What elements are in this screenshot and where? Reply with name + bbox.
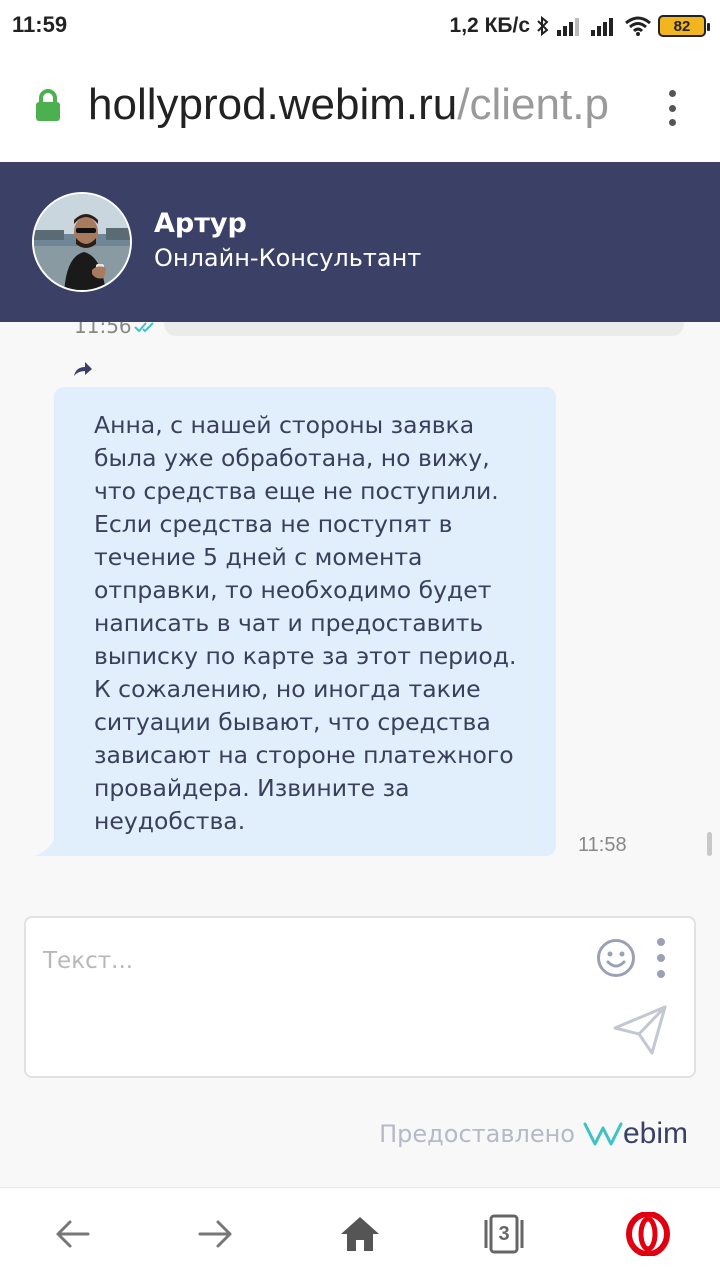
message-bubble: Анна, с нашей стороны заявка была уже об… bbox=[54, 387, 556, 856]
emoji-icon[interactable] bbox=[596, 938, 636, 978]
powered-by-label: Предоставлено bbox=[379, 1120, 575, 1148]
battery-level: 82 bbox=[673, 17, 691, 35]
tabs-icon[interactable]: 3 bbox=[482, 1212, 526, 1256]
back-arrow-icon[interactable] bbox=[50, 1212, 94, 1256]
status-indicators: 1,2 КБ/с 82 bbox=[449, 10, 710, 42]
status-time: 11:59 bbox=[12, 12, 68, 37]
send-icon[interactable] bbox=[612, 1004, 668, 1056]
webim-logo-mark bbox=[583, 1122, 623, 1146]
forward-arrow-icon[interactable] bbox=[194, 1212, 238, 1256]
scrollbar[interactable] bbox=[707, 832, 712, 856]
tabs-count: 3 bbox=[498, 1222, 510, 1245]
opera-icon[interactable] bbox=[626, 1212, 670, 1256]
address-field[interactable]: hollyprod.webim.ru/client.p bbox=[88, 80, 636, 130]
signal-icon bbox=[557, 18, 579, 36]
url-path: /client.p bbox=[457, 80, 609, 129]
signal-icon-2 bbox=[591, 18, 613, 36]
webim-logo-text: ebim bbox=[622, 1117, 688, 1150]
browser-menu-icon[interactable] bbox=[658, 86, 686, 130]
url-domain: hollyprod.webim.ru bbox=[88, 80, 458, 129]
lock-icon bbox=[36, 89, 60, 121]
network-speed: 1,2 КБ/с bbox=[449, 14, 530, 37]
agent-avatar bbox=[32, 192, 132, 292]
browser-url-bar: hollyprod.webim.ru/client.p bbox=[0, 52, 720, 162]
previous-message-bubble bbox=[164, 322, 684, 336]
browser-bottom-nav: 3 bbox=[0, 1187, 720, 1280]
powered-by: Предоставлено ebim bbox=[379, 1117, 688, 1151]
webim-logo[interactable]: ebim bbox=[583, 1117, 688, 1151]
bluetooth-icon bbox=[537, 15, 549, 37]
status-bar: 11:59 1,2 КБ/с 82 bbox=[0, 0, 720, 52]
message-text: Анна, с нашей стороны заявка была уже об… bbox=[94, 411, 517, 835]
previous-message-time: 11:56 bbox=[74, 322, 132, 338]
message-input-placeholder: Текст... bbox=[43, 948, 134, 974]
forward-icon[interactable] bbox=[72, 360, 94, 378]
double-check-icon bbox=[134, 322, 154, 333]
chat-header: Артур Онлайн-Консультант bbox=[0, 162, 720, 322]
battery-indicator: 82 bbox=[658, 15, 710, 37]
agent-role: Онлайн-Консультант bbox=[154, 244, 422, 272]
chat-messages[interactable]: 11:56 Анна, с нашей стороны заявка была … bbox=[0, 322, 720, 907]
more-options-icon[interactable] bbox=[654, 936, 668, 980]
agent-name: Артур bbox=[154, 208, 247, 239]
home-icon[interactable] bbox=[338, 1212, 382, 1256]
composer-area: Текст... Предоставлено ebim bbox=[0, 907, 720, 1187]
message-time: 11:58 bbox=[578, 834, 627, 856]
message-input[interactable]: Текст... bbox=[24, 916, 696, 1078]
wifi-icon bbox=[625, 16, 651, 36]
